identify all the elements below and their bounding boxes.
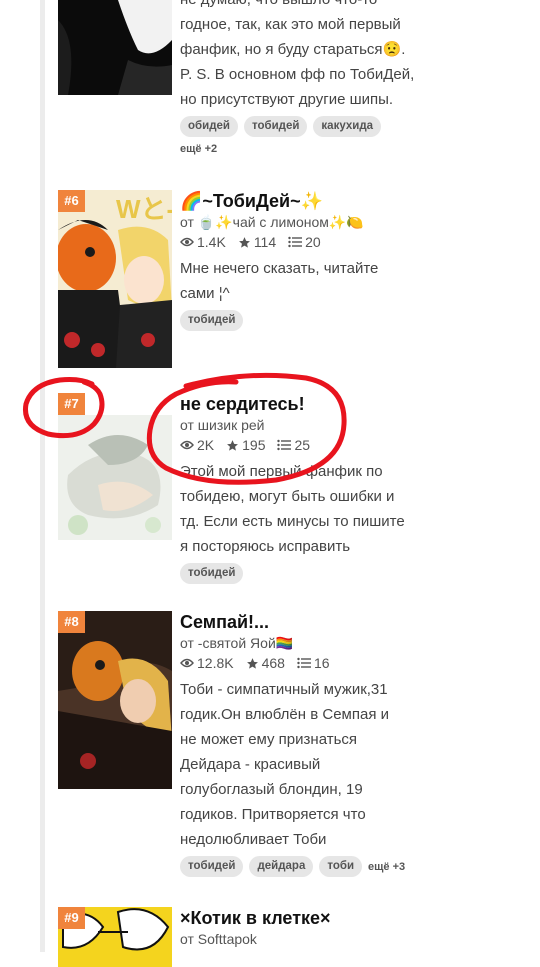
tag-list: тобидей дейдара тоби ещё +3 [180, 856, 425, 877]
views-count: 12.8K [197, 655, 234, 671]
story-item-top[interactable]: не думаю, что вышло что-то годное, так, … [58, 0, 428, 165]
story-item-7[interactable]: #7 #7 не сердитесь! от шизик рей 2K 195 … [58, 393, 428, 584]
tag[interactable]: тобидей [180, 310, 244, 331]
story-item-8[interactable]: #8 Семпай!... от -святой Яой🏳️‍🌈 12.8K 4… [58, 611, 428, 881]
tag-list: обидей тобидей какухида [180, 116, 425, 137]
views-count: 1.4K [197, 234, 226, 250]
tag[interactable]: какухида [313, 116, 382, 137]
story-title[interactable]: не сердитесь! [180, 393, 425, 415]
votes-count: 114 [253, 234, 277, 250]
story-info: Семпай!... от -святой Яой🏳️‍🌈 12.8K 468 … [180, 611, 425, 877]
tag-list: тобидей [180, 310, 425, 331]
story-description: Мне нечего сказать, читайте сами ¦^ [180, 260, 379, 302]
tag-list: тобидей [180, 563, 425, 584]
story-author[interactable]: от шизик рей [180, 415, 425, 435]
story-author[interactable]: от -святой Яой🏳️‍🌈 [180, 633, 425, 653]
left-rail [0, 0, 45, 952]
more-tags[interactable]: ещё +3 [368, 861, 405, 873]
list-icon [297, 657, 311, 669]
rank-badge: #9 [58, 907, 85, 929]
eye-icon [180, 439, 194, 451]
parts-count: 20 [305, 234, 321, 250]
story-title[interactable]: Семпай!... [180, 611, 425, 633]
story-cover[interactable]: #8 [58, 611, 172, 789]
tag[interactable]: тобидей [180, 856, 244, 877]
votes-count: 195 [242, 437, 266, 453]
star-icon [226, 439, 239, 452]
story-info: не сердитесь! от шизик рей 2K 195 25 Это… [180, 393, 425, 584]
story-stats: 1.4K 114 20 [180, 232, 425, 252]
story-title[interactable]: 🌈~ТобиДей~✨ [180, 190, 425, 212]
story-stats: 12.8K 468 16 [180, 653, 425, 673]
story-cover[interactable]: #9 [58, 907, 172, 967]
parts-count: 16 [313, 655, 330, 671]
tag[interactable]: тоби [319, 856, 363, 877]
story-info: не думаю, что вышло что-то годное, так, … [180, 0, 425, 155]
story-cover[interactable] [58, 0, 172, 95]
story-title[interactable]: ×Котик в клетке× [180, 907, 425, 929]
votes-count: 468 [261, 655, 285, 671]
story-author[interactable]: от 🍵✨чай с лимоном✨🍋 [180, 212, 425, 232]
story-description: не думаю, что вышло что-то годное, так, … [180, 0, 415, 108]
views-count: 2K [197, 437, 215, 453]
story-description: Этой мой первый фанфик по тобидею, могут… [180, 463, 405, 555]
rank-badge: #6 [58, 190, 85, 212]
story-item-6[interactable]: Wと- #6 🌈~ТобиДей~✨ от 🍵✨чай с лимоном✨🍋 … [58, 190, 428, 370]
story-item-9[interactable]: #9 ×Котик в клетке× от Softtapok [58, 907, 428, 967]
story-cover[interactable]: #7 [58, 415, 172, 540]
story-author[interactable]: от Softtapok [180, 929, 425, 949]
list-icon [277, 439, 292, 451]
list-icon [288, 236, 303, 248]
story-info: 🌈~ТобиДей~✨ от 🍵✨чай с лимоном✨🍋 1.4K 11… [180, 190, 425, 331]
tag[interactable]: дейдара [249, 856, 314, 877]
tag[interactable]: тобидей [180, 563, 244, 584]
rank-badge: #8 [58, 611, 85, 633]
story-stats: 2K 195 25 [180, 435, 425, 455]
rank-badge: #7 [58, 393, 85, 415]
star-icon [238, 236, 251, 249]
tag[interactable]: обидей [180, 116, 238, 137]
svg-text:Wと-: Wと- [116, 194, 172, 224]
eye-icon [180, 657, 194, 669]
eye-icon [180, 236, 194, 248]
tag[interactable]: тобидей [243, 116, 308, 137]
story-info: ×Котик в клетке× от Softtapok [180, 907, 425, 949]
parts-count: 25 [294, 437, 311, 453]
story-cover[interactable]: Wと- #6 [58, 190, 172, 368]
star-icon [246, 657, 259, 670]
story-description: Тоби - симпатичный мужик,31 годик.Он влю… [180, 681, 389, 848]
more-tags[interactable]: ещё +2 [180, 143, 425, 155]
